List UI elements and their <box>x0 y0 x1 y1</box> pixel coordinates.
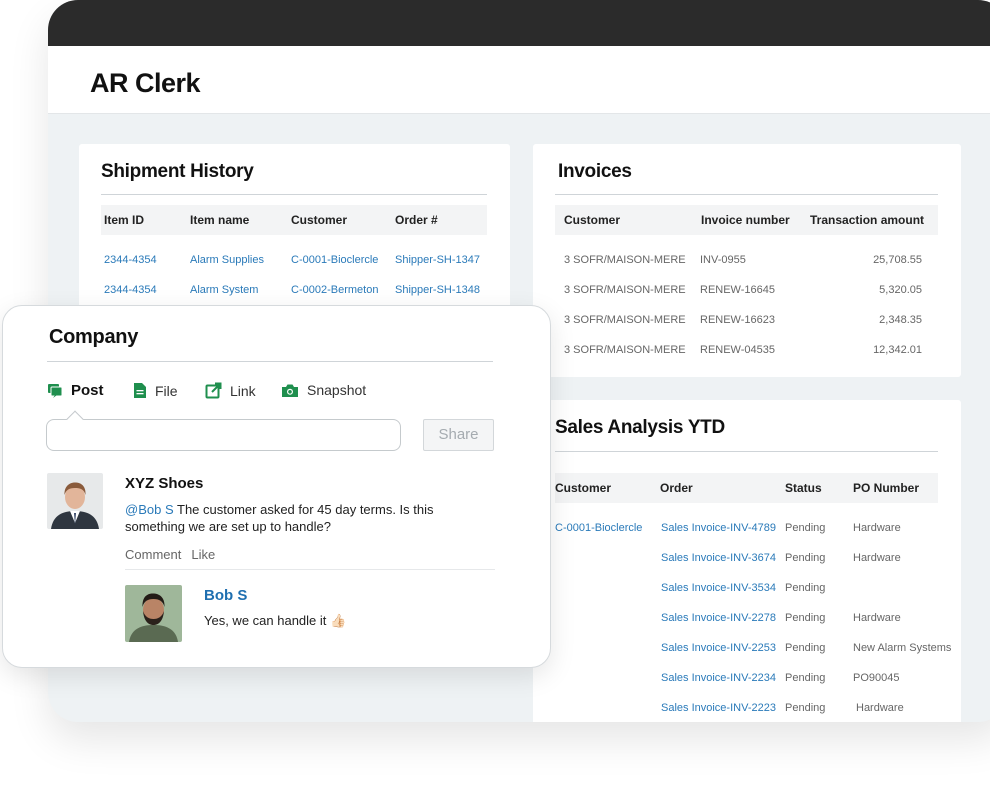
item-id-link[interactable]: 2344-4354 <box>104 254 157 266</box>
compose-pointer <box>66 410 84 428</box>
post-icon <box>47 383 63 399</box>
post-text: @Bob S The customer asked for 45 day ter… <box>125 501 465 535</box>
column-header[interactable]: Customer <box>555 481 611 495</box>
column-header[interactable]: Transaction amount <box>810 213 924 227</box>
order-link[interactable]: Sales Invoice-INV-2234 <box>661 672 776 684</box>
tab-label: Snapshot <box>307 382 367 398</box>
divider <box>125 569 495 570</box>
column-header[interactable]: PO Number <box>853 481 919 495</box>
status-cell: Pending <box>785 642 826 654</box>
link-icon <box>205 382 222 399</box>
divider <box>47 361 493 362</box>
order-link[interactable]: Sales Invoice-INV-4789 <box>661 522 776 534</box>
column-header[interactable]: Invoice number <box>701 213 790 227</box>
table-header: Customer Invoice number Transaction amou… <box>555 205 938 235</box>
invoices-card: Invoices Customer Invoice number Transac… <box>533 144 961 377</box>
divider <box>555 451 938 452</box>
column-header[interactable]: Item ID <box>104 213 144 227</box>
order-link[interactable]: Shipper-SH-1348 <box>395 284 480 296</box>
order-link[interactable]: Sales Invoice-INV-2223 <box>661 702 776 714</box>
status-cell: Pending <box>785 582 826 594</box>
amount-cell: 12,342.01 <box>873 344 922 356</box>
amount-cell: 5,320.05 <box>879 284 922 296</box>
post-author[interactable]: XYZ Shoes <box>125 475 203 492</box>
app-header: AR Clerk <box>48 46 990 114</box>
divider <box>555 194 938 195</box>
page-title: AR Clerk <box>90 68 201 98</box>
order-link[interactable]: Sales Invoice-INV-3674 <box>661 552 776 564</box>
column-header[interactable]: Item name <box>190 213 249 227</box>
customer-link[interactable]: C-0002-Bermeton <box>291 284 378 296</box>
post-compose-input[interactable] <box>46 410 401 451</box>
customer-cell: 3 SOFR/MAISON-MERE <box>564 344 686 356</box>
amount-cell: 25,708.55 <box>873 254 922 266</box>
tab-label: Post <box>71 382 104 399</box>
invoice-number-cell: INV-0955 <box>700 254 746 266</box>
order-link[interactable]: Sales Invoice-INV-3534 <box>661 582 776 594</box>
post-actions: Comment Like <box>125 547 215 562</box>
order-link[interactable]: Sales Invoice-INV-2253 <box>661 642 776 654</box>
po-number-cell: PO90045 <box>853 672 900 684</box>
reply-author[interactable]: Bob S <box>204 587 247 604</box>
po-number-cell: Hardware <box>856 702 904 714</box>
status-cell: Pending <box>785 702 826 714</box>
po-number-cell: Hardware <box>853 552 901 564</box>
sales-analysis-card: Sales Analysis YTD Customer Order Status… <box>533 400 961 722</box>
tab-post[interactable]: Post <box>47 382 104 399</box>
camera-icon <box>281 383 299 398</box>
tab-label: Link <box>230 382 256 399</box>
invoice-number-cell: RENEW-16623 <box>700 314 775 326</box>
po-number-cell: Hardware <box>853 522 901 534</box>
status-cell: Pending <box>785 552 826 564</box>
company-title: Company <box>49 326 139 348</box>
invoice-number-cell: RENEW-04535 <box>700 344 775 356</box>
avatar[interactable] <box>125 585 182 642</box>
tab-link[interactable]: Link <box>205 382 256 399</box>
invoices-title: Invoices <box>558 161 632 182</box>
reply-text: Yes, we can handle it 👍🏻 <box>204 613 347 628</box>
column-header[interactable]: Customer <box>564 213 620 227</box>
comment-button[interactable]: Comment <box>125 547 181 562</box>
tab-snapshot[interactable]: Snapshot <box>281 382 366 398</box>
tab-file[interactable]: File <box>133 382 178 399</box>
invoice-number-cell: RENEW-16645 <box>700 284 775 296</box>
column-header[interactable]: Customer <box>291 213 347 227</box>
like-button[interactable]: Like <box>191 547 215 562</box>
customer-cell: 3 SOFR/MAISON-MERE <box>564 284 686 296</box>
file-icon <box>133 382 147 399</box>
order-link[interactable]: Sales Invoice-INV-2278 <box>661 612 776 624</box>
amount-cell: 2,348.35 <box>879 314 922 326</box>
company-feed-panel: Company Post File Link Snapshot Share XY… <box>2 305 551 668</box>
tab-label: File <box>155 382 178 399</box>
mention-link[interactable]: @Bob S <box>125 502 174 517</box>
status-cell: Pending <box>785 672 826 684</box>
column-header[interactable]: Status <box>785 481 822 495</box>
status-cell: Pending <box>785 522 826 534</box>
order-link[interactable]: Shipper-SH-1347 <box>395 254 480 266</box>
table-header: Item ID Item name Customer Order # <box>101 205 487 235</box>
customer-link[interactable]: C-0001-Bioclercle <box>555 522 642 534</box>
avatar[interactable] <box>47 473 103 529</box>
sales-analysis-title: Sales Analysis YTD <box>555 417 725 438</box>
column-header[interactable]: Order # <box>395 213 438 227</box>
customer-cell: 3 SOFR/MAISON-MERE <box>564 314 686 326</box>
window-titlebar <box>48 0 990 46</box>
column-header[interactable]: Order <box>660 481 693 495</box>
customer-cell: 3 SOFR/MAISON-MERE <box>564 254 686 266</box>
table-header: Customer Order Status PO Number <box>555 473 938 503</box>
item-name-link[interactable]: Alarm Supplies <box>190 254 264 266</box>
shipment-history-title: Shipment History <box>101 161 254 182</box>
po-number-cell: Hardware <box>853 612 901 624</box>
customer-link[interactable]: C-0001-Bioclercle <box>291 254 378 266</box>
divider <box>101 194 487 195</box>
share-button[interactable]: Share <box>423 419 494 451</box>
po-number-cell: New Alarm Systems <box>853 642 952 654</box>
item-name-link[interactable]: Alarm System <box>190 284 258 296</box>
status-cell: Pending <box>785 612 826 624</box>
item-id-link[interactable]: 2344-4354 <box>104 284 157 296</box>
